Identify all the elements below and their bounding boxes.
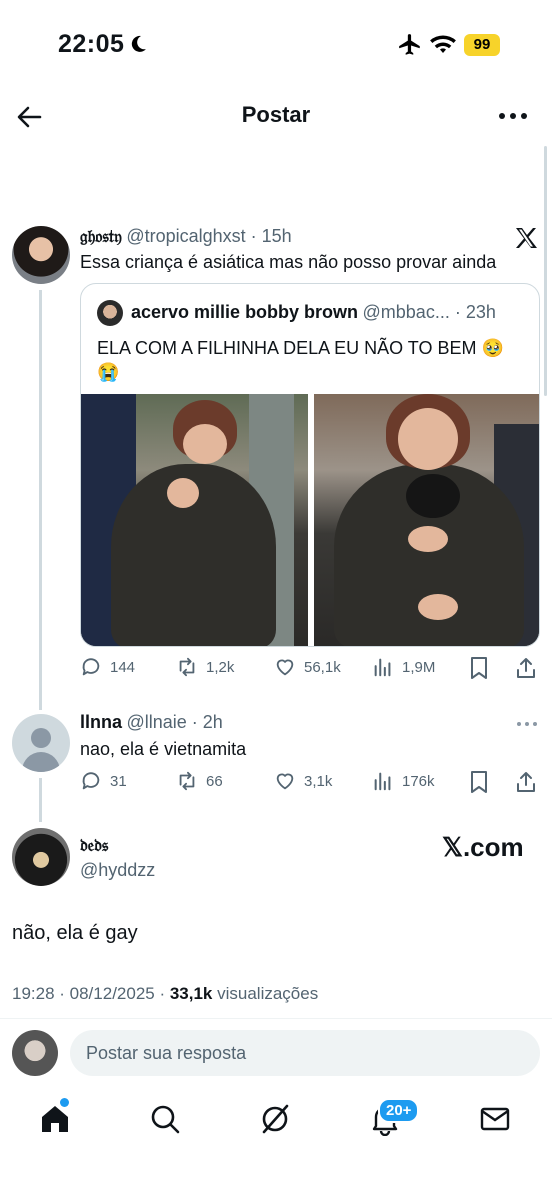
views-action[interactable]: 176k [372,770,435,792]
heart-icon [276,659,294,676]
hand [167,478,199,508]
post-age[interactable]: 15h [262,226,292,246]
like-action[interactable]: 56,1k [274,656,341,678]
mail-icon[interactable] [478,1102,512,1136]
moon-icon [131,35,146,52]
post-text: Essa criança é asiática mas não posso pr… [80,252,497,272]
quote-text-line1: ELA COM A FILHINHA DELA EU NÃO TO BEM 🥹 [97,338,504,358]
like-count: 3,1k [304,772,333,790]
views-icon [374,658,391,677]
default-avatar[interactable] [12,714,70,772]
display-name[interactable]: llnna [80,712,122,732]
reply-count: 144 [110,658,136,676]
more-options-icon[interactable] [516,720,538,728]
avatar[interactable] [12,226,70,284]
photo-1[interactable] [81,394,308,646]
wifi-icon [430,35,456,53]
repost-action[interactable]: 1,2k [176,656,234,678]
post-meta: 19:28 · 08/12/2025 · 33,1k visualizações [12,984,318,1004]
x-logo-icon [516,228,537,248]
quote-avatar [97,300,123,326]
avatar[interactable] [12,828,70,886]
views-action[interactable]: 1,9M [372,656,435,678]
quote-header: acervo millie bobby brown @mbbac... · 23… [131,302,496,323]
avatar-head-shape [31,728,51,748]
status-time: 22:05 [58,30,125,58]
reply-action[interactable]: 31 [80,770,127,792]
repost-count: 66 [206,772,223,790]
views-label: visualizações [212,984,319,1003]
reply-icon [82,772,100,790]
post-timestamp[interactable]: 19:28 · 08/12/2025 · [12,984,170,1003]
views-count: 1,9M [402,658,436,676]
handle[interactable]: @llnaie [126,712,186,732]
home-notification-dot [60,1098,69,1107]
share-icon[interactable] [514,770,538,794]
bookmark-icon[interactable] [468,656,490,680]
hand [418,594,458,620]
share-icon[interactable] [514,656,538,680]
handle[interactable]: @hyddzz [80,860,155,881]
face [183,424,227,464]
post-age[interactable]: 2h [203,712,223,732]
display-name[interactable]: 𝔡𝔢𝔡𝔰 [80,836,108,856]
reply-icon [82,658,100,676]
divider [0,1018,552,1019]
separator-dot: · [186,712,203,732]
thread-line [39,778,42,822]
repost-action[interactable]: 66 [176,770,223,792]
post-text: nao, ela é vietnamita [80,739,247,759]
like-count: 56,1k [304,658,341,676]
heart-icon [276,773,294,790]
quote-age: 23h [465,302,496,322]
separator-dot: · [245,226,262,246]
battery-indicator: 99 [464,34,500,56]
baby-head [406,474,460,518]
my-avatar [12,1030,58,1076]
main-post-text: não, ela é gay [12,922,138,944]
like-action[interactable]: 3,1k [274,770,332,792]
grok-icon[interactable] [258,1102,292,1136]
views-count: 176k [402,772,435,790]
post-header: llnna @llnaie · 2h [80,712,223,733]
display-name[interactable]: 𝔤𝔥𝔬𝔰𝔱𝔶 [80,227,122,247]
quote-text-line2: 😭 [97,362,120,382]
notifications-badge: 20+ [378,1098,420,1123]
airplane-icon [399,34,420,55]
photo-2[interactable] [314,394,539,646]
reply-count: 31 [110,772,127,790]
post-header: 𝔤𝔥𝔬𝔰𝔱𝔶 @tropicalghxst · 15h [80,226,292,247]
home-icon[interactable] [38,1102,72,1136]
separator-dot: · [449,302,466,322]
x-com-watermark: 𝕏.com [442,832,524,862]
handle[interactable]: @tropicalghxst [126,226,245,246]
thread-line [39,290,42,710]
face [398,408,458,470]
bookmark-icon[interactable] [468,770,490,794]
views-icon [374,772,391,791]
quote-handle: @mbbac... [362,302,450,322]
repost-icon [179,771,195,791]
page-title: Postar [241,102,311,127]
scrollbar[interactable] [544,146,547,396]
search-icon[interactable] [148,1102,182,1136]
hand [408,526,448,552]
repost-icon [179,657,195,677]
more-options-icon[interactable] [498,110,528,122]
views-total: 33,1k [169,984,213,1003]
reply-action[interactable]: 144 [80,656,135,678]
quoted-post-card[interactable]: acervo millie bobby brown @mbbac... · 23… [80,283,540,647]
reply-input[interactable]: Postar sua resposta [70,1030,540,1076]
repost-count: 1,2k [206,658,235,676]
avatar-body-shape [22,752,60,772]
quote-display-name: acervo millie bobby brown [131,302,359,322]
